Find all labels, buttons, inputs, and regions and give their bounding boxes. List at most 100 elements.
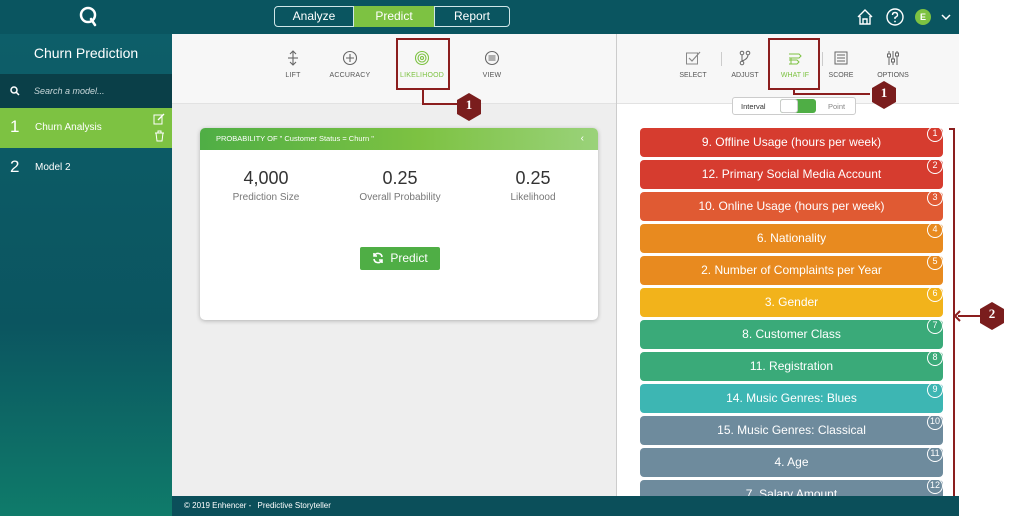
toggle-switch[interactable] bbox=[780, 99, 816, 113]
view-icon bbox=[484, 50, 500, 66]
options-icon bbox=[887, 51, 899, 65]
chevron-down-icon[interactable] bbox=[941, 12, 951, 22]
score-icon bbox=[834, 51, 848, 65]
variable-rank-badge: 9 bbox=[927, 382, 943, 398]
home-icon[interactable] bbox=[855, 7, 875, 27]
model-label: Churn Analysis bbox=[35, 122, 102, 133]
callout-number: 2 bbox=[988, 306, 996, 321]
model-number: 2 bbox=[10, 157, 20, 176]
variable-bar[interactable]: 9. Offline Usage (hours per week) 1 bbox=[640, 126, 943, 157]
probability-card: PROBABILITY OF " Customer Status = Churn… bbox=[200, 128, 598, 320]
app-window: { "header": { "steps": ["Analyze", "Pred… bbox=[0, 0, 1017, 516]
step-predict[interactable]: Predict bbox=[354, 6, 434, 27]
accuracy-icon bbox=[342, 50, 358, 66]
variable-label: 6. Nationality bbox=[756, 231, 827, 245]
metric-label: Prediction Size bbox=[232, 192, 300, 203]
callout-badge: 1 bbox=[456, 93, 482, 121]
edit-icon[interactable] bbox=[153, 113, 165, 125]
tool-label: ACCURACY bbox=[329, 72, 371, 79]
tool-label: ADJUST bbox=[731, 72, 759, 79]
trash-icon[interactable] bbox=[154, 130, 165, 142]
variable-rank-badge: 12 bbox=[927, 478, 943, 494]
sidebar: Churn Prediction 1 Churn Analysis 2 Mode… bbox=[0, 34, 172, 516]
variable-label: 2. Number of Complaints per Year bbox=[701, 263, 882, 277]
metric-value: 4,000 bbox=[243, 168, 289, 188]
variable-bar[interactable]: 12. Primary Social Media Account 2 bbox=[640, 158, 943, 189]
variable-rank-badge: 6 bbox=[927, 286, 943, 302]
refresh-icon bbox=[373, 252, 384, 264]
card-title: PROBABILITY OF " Customer Status = Churn… bbox=[216, 134, 374, 143]
variable-label: 4. Age bbox=[774, 455, 809, 469]
tool-accuracy[interactable]: ACCURACY bbox=[320, 50, 380, 79]
center-toolbar: LIFT ACCURACY LIKELIHOOD VIEW bbox=[172, 34, 616, 104]
predict-button[interactable]: Predict bbox=[360, 247, 440, 270]
search-input[interactable] bbox=[34, 82, 164, 100]
variable-bar[interactable]: 11. Registration 8 bbox=[640, 350, 943, 381]
metric-label: Likelihood bbox=[510, 192, 556, 203]
logo-icon[interactable] bbox=[78, 5, 98, 27]
footer: © 2019 Enhencer - Predictive Storyteller bbox=[172, 496, 959, 516]
callout-number: 1 bbox=[880, 85, 888, 100]
tool-select[interactable]: SELECT bbox=[669, 50, 717, 79]
variable-rank-badge: 1 bbox=[927, 126, 943, 142]
tool-label: VIEW bbox=[482, 72, 502, 79]
metric-value: 0.25 bbox=[515, 168, 551, 188]
metric-value: 0.25 bbox=[382, 168, 418, 188]
highlight-what-if bbox=[768, 38, 820, 90]
variable-bar[interactable]: 10. Online Usage (hours per week) 3 bbox=[640, 190, 943, 221]
predict-panel: LIFT ACCURACY LIKELIHOOD VIEW PROBABILIT… bbox=[172, 34, 616, 496]
variable-rank-badge: 3 bbox=[927, 190, 943, 206]
variable-rank-badge: 4 bbox=[927, 222, 943, 238]
model-label: Model 2 bbox=[35, 162, 71, 173]
tool-lift[interactable]: LIFT bbox=[263, 50, 323, 79]
footer-copyright: © 2019 Enhencer - bbox=[184, 501, 252, 510]
tool-adjust[interactable]: ADJUST bbox=[721, 50, 769, 79]
variable-bar[interactable]: 4. Age 11 bbox=[640, 446, 943, 477]
variable-rank-badge: 8 bbox=[927, 350, 943, 366]
metric-prediction-size: 4,000 Prediction Size bbox=[206, 168, 326, 203]
variable-bar[interactable]: 6. Nationality 4 bbox=[640, 222, 943, 253]
variable-rank-badge: 7 bbox=[927, 318, 943, 334]
model-number: 1 bbox=[10, 117, 20, 136]
sidebar-item-churn-analysis[interactable]: 1 Churn Analysis bbox=[0, 108, 172, 148]
tool-options[interactable]: OPTIONS bbox=[869, 50, 917, 79]
variable-bar[interactable]: 7. Salary Amount 12 bbox=[640, 478, 943, 496]
what-if-panel: SELECT ADJUST WHAT IF SCORE OPTIONS Inte… bbox=[616, 34, 959, 496]
callout-badge: 2 bbox=[979, 302, 1005, 330]
tool-view[interactable]: VIEW bbox=[462, 50, 522, 79]
adjust-icon bbox=[739, 50, 751, 66]
variable-bar[interactable]: 3. Gender 6 bbox=[640, 286, 943, 317]
variable-bar[interactable]: 14. Music Genres: Blues 9 bbox=[640, 382, 943, 413]
step-analyze[interactable]: Analyze bbox=[274, 6, 354, 27]
metric-label: Overall Probability bbox=[359, 192, 441, 203]
callout-badge: 1 bbox=[871, 81, 897, 109]
variable-label: 15. Music Genres: Classical bbox=[717, 423, 866, 437]
avatar[interactable]: E bbox=[915, 9, 931, 25]
toggle-point-label: Point bbox=[828, 102, 846, 111]
variable-label: 10. Online Usage (hours per week) bbox=[698, 199, 885, 213]
toggle-knob bbox=[780, 99, 798, 113]
predict-label: Predict bbox=[390, 251, 428, 265]
variable-rank-badge: 5 bbox=[927, 254, 943, 270]
variable-bar[interactable]: 8. Customer Class 7 bbox=[640, 318, 943, 349]
variable-bracket bbox=[949, 128, 955, 498]
tool-score[interactable]: SCORE bbox=[817, 50, 865, 79]
variable-rank-badge: 10 bbox=[927, 414, 943, 430]
sidebar-item-model-2[interactable]: 2 Model 2 bbox=[0, 148, 172, 188]
step-report[interactable]: Report bbox=[434, 6, 510, 27]
top-bar: Analyze Predict Report E bbox=[0, 0, 959, 34]
model-search bbox=[0, 74, 172, 108]
lift-icon bbox=[288, 50, 298, 66]
variable-label: 8. Customer Class bbox=[742, 327, 841, 341]
search-icon bbox=[10, 86, 20, 96]
metric-likelihood: 0.25 Likelihood bbox=[473, 168, 593, 203]
variable-label: 3. Gender bbox=[764, 295, 819, 309]
variable-bar[interactable]: 2. Number of Complaints per Year 5 bbox=[640, 254, 943, 285]
variable-bar[interactable]: 15. Music Genres: Classical 10 bbox=[640, 414, 943, 445]
help-icon[interactable] bbox=[885, 7, 905, 27]
variable-label: 9. Offline Usage (hours per week) bbox=[701, 135, 882, 149]
tool-label: SELECT bbox=[679, 72, 707, 79]
interval-point-toggle[interactable]: Interval Point bbox=[732, 97, 856, 115]
toggle-interval-label: Interval bbox=[741, 102, 766, 111]
collapse-icon[interactable]: ‹ bbox=[581, 128, 584, 150]
